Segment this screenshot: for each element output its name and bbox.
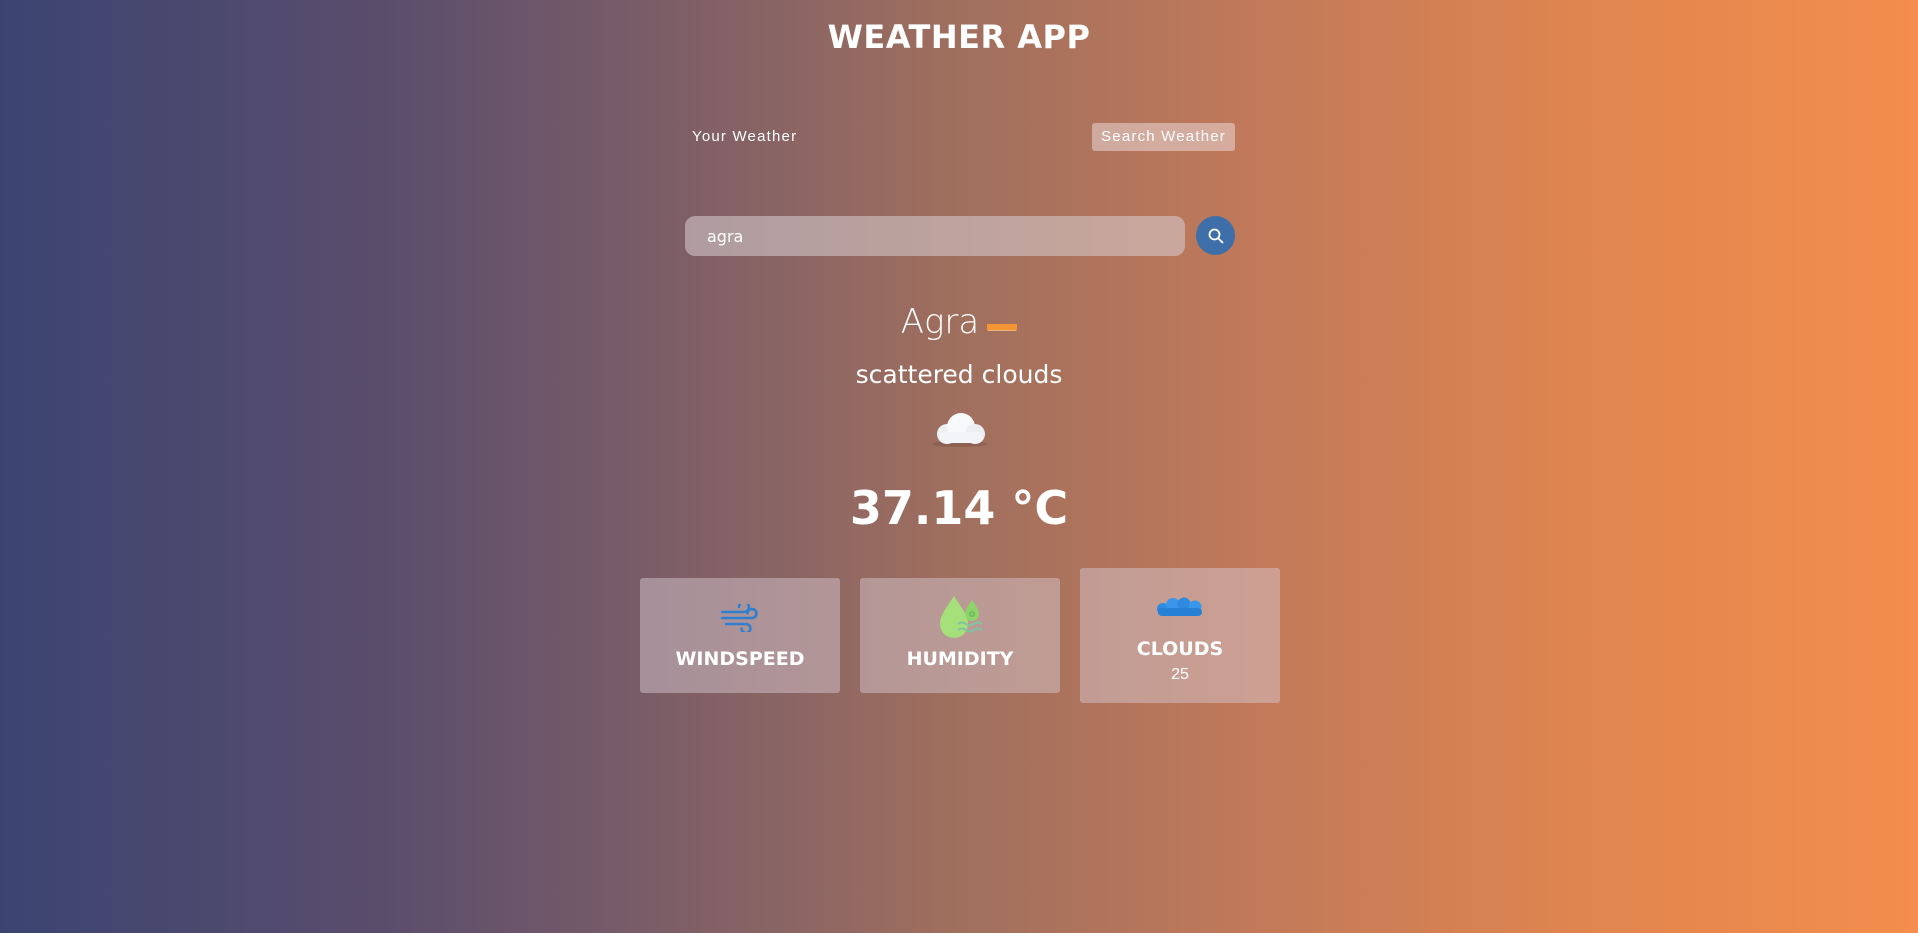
weather-description: scattered clouds [855, 360, 1063, 389]
tab-your-weather[interactable]: Your Weather [683, 123, 806, 151]
humidity-card: HUMIDITY [860, 578, 1060, 693]
clouds-label: CLOUDS [1136, 638, 1224, 660]
temperature: 37.14 °C [849, 481, 1069, 535]
search-bar [685, 216, 1185, 256]
windspeed-label: WINDSPEED [675, 648, 805, 670]
clouds-icon [1080, 596, 1280, 618]
city-heading: Agra [0, 300, 1918, 344]
clouds-value: 25 [1171, 666, 1189, 683]
humidity-icon [860, 594, 1060, 640]
cloud-icon [925, 410, 995, 450]
search-button[interactable] [1196, 216, 1235, 255]
app-title: WEATHER APP [827, 18, 1091, 56]
search-icon [1208, 228, 1223, 243]
windspeed-card: WINDSPEED [640, 578, 840, 693]
clouds-card: CLOUDS 25 [1080, 568, 1280, 703]
india-flag-icon [987, 311, 1018, 331]
tab-bar: Your Weather Search Weather [683, 123, 1235, 151]
humidity-label: HUMIDITY [906, 648, 1014, 670]
tab-search-weather[interactable]: Search Weather [1092, 123, 1235, 151]
search-input[interactable] [705, 225, 1165, 247]
city-name: Agra [900, 302, 980, 342]
wind-icon [640, 604, 840, 632]
